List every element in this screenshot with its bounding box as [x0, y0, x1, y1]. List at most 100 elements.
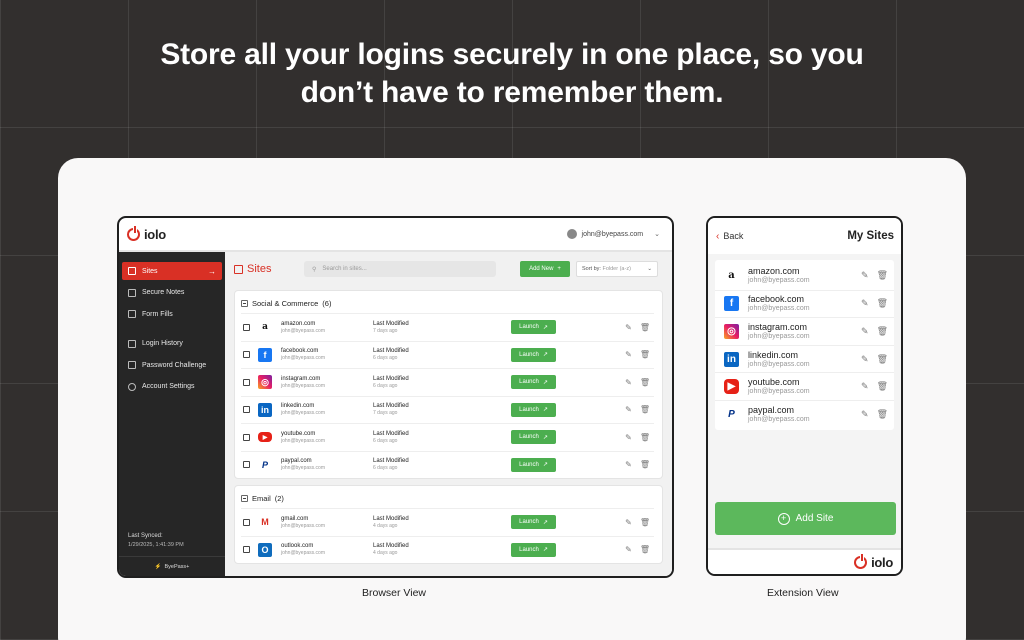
edit-icon[interactable]: ✎	[625, 518, 632, 527]
row-checkbox[interactable]	[243, 323, 250, 331]
trash-icon[interactable]: 🗑	[877, 354, 888, 365]
site-email: john@byepass.com	[281, 410, 325, 417]
form-icon	[128, 310, 136, 318]
extension-view-caption: Extension View	[767, 587, 839, 599]
sort-dropdown[interactable]: Sort by: Folder (a-z) ⌄	[576, 261, 658, 277]
site-email: john@byepass.com	[748, 415, 810, 423]
modified-date: 6 days ago	[373, 465, 398, 472]
back-button[interactable]: ‹ Back	[716, 231, 743, 242]
linkedin-logo-icon: in	[258, 402, 272, 417]
site-email: john@byepass.com	[281, 437, 325, 444]
collapse-icon[interactable]	[241, 494, 248, 502]
trash-icon[interactable]: 🗑	[640, 378, 650, 387]
launch-button[interactable]: Launch ↗	[511, 515, 556, 530]
headline-line-1: Store all your logins securely in one pl…	[160, 38, 864, 71]
edit-icon[interactable]: ✎	[625, 433, 632, 442]
extension-footer: iolo	[708, 548, 901, 574]
launch-label: Launch	[519, 324, 539, 331]
edit-icon[interactable]: ✎	[861, 298, 869, 309]
sidebar-item-form-fills[interactable]: Form Fills	[122, 305, 222, 323]
launch-label: Launch	[519, 461, 539, 468]
launch-button[interactable]: Launch ↗	[511, 375, 556, 390]
outlook-logo-icon: O	[258, 542, 272, 557]
sidebar-item-login-history[interactable]: Login History	[122, 335, 222, 353]
row-checkbox[interactable]	[243, 546, 250, 554]
launch-button[interactable]: Launch ↗	[511, 347, 556, 362]
edit-icon[interactable]: ✎	[625, 323, 632, 332]
external-link-icon: ↗	[542, 352, 548, 359]
row-checkbox[interactable]	[243, 518, 250, 526]
site-email: john@byepass.com	[281, 327, 325, 334]
sidebar-item-password-challenge[interactable]: Password Challenge	[122, 356, 222, 374]
row-checkbox[interactable]	[243, 406, 250, 414]
trash-icon[interactable]: 🗑	[640, 518, 650, 527]
external-link-icon: ↗	[542, 434, 548, 441]
challenge-icon	[128, 361, 136, 369]
trash-icon[interactable]: 🗑	[877, 381, 888, 392]
modified-date: 7 days ago	[373, 410, 398, 417]
brand-logo[interactable]: iolo	[127, 225, 166, 242]
list-item[interactable]: ◎ instagram.com john@byepass.com ✎ 🗑	[715, 317, 894, 345]
calendar-icon	[128, 267, 136, 275]
edit-icon[interactable]: ✎	[861, 409, 869, 420]
edit-icon[interactable]: ✎	[861, 381, 869, 392]
edit-icon[interactable]: ✎	[625, 545, 632, 554]
modified-label: Last Modified	[373, 320, 409, 327]
modified-label: Last Modified	[373, 403, 409, 410]
group-header[interactable]: Email (2)	[241, 488, 654, 508]
launch-button[interactable]: Launch ↗	[511, 320, 556, 335]
launch-button[interactable]: Launch ↗	[511, 457, 556, 472]
launch-button[interactable]: Launch ↗	[511, 430, 556, 445]
edit-icon[interactable]: ✎	[861, 354, 869, 365]
site-name: instagram.com	[281, 375, 321, 382]
list-item[interactable]: a amazon.com john@byepass.com ✎ 🗑	[715, 262, 894, 290]
sidebar-item-account-settings[interactable]: Account Settings	[122, 378, 222, 396]
group-header[interactable]: Social & Commerce (6)	[241, 293, 654, 313]
edit-icon[interactable]: ✎	[625, 460, 632, 469]
edit-icon[interactable]: ✎	[625, 350, 632, 359]
sidebar-item-sites[interactable]: Sites →	[122, 262, 222, 280]
search-input[interactable]: ⚲ Search in sites...	[304, 261, 496, 277]
trash-icon[interactable]: 🗑	[640, 350, 650, 359]
trash-icon[interactable]: 🗑	[877, 270, 888, 281]
list-item[interactable]: f facebook.com john@byepass.com ✎ 🗑	[715, 289, 894, 318]
launch-button[interactable]: Launch ↗	[511, 542, 556, 557]
add-site-button[interactable]: + Add Site	[715, 502, 896, 535]
add-new-button[interactable]: Add New +	[520, 261, 570, 277]
row-checkbox[interactable]	[243, 461, 250, 469]
table-row: ▶ youtube.com john@byepass.com Last Modif…	[241, 423, 654, 451]
trash-icon[interactable]: 🗑	[640, 405, 650, 414]
trash-icon[interactable]: 🗑	[877, 326, 888, 337]
list-item[interactable]: in linkedin.com john@byepass.com ✎ 🗑	[715, 344, 894, 373]
trash-icon[interactable]: 🗑	[640, 545, 650, 554]
user-menu[interactable]: john@byepass.com ⌄	[566, 229, 660, 239]
row-checkbox[interactable]	[243, 351, 250, 359]
collapse-icon[interactable]	[241, 299, 248, 307]
trash-icon[interactable]: 🗑	[640, 460, 650, 469]
row-checkbox[interactable]	[243, 433, 250, 441]
row-checkbox[interactable]	[243, 378, 250, 386]
edit-icon[interactable]: ✎	[861, 270, 869, 281]
launch-button[interactable]: Launch ↗	[511, 402, 556, 417]
edit-icon[interactable]: ✎	[625, 405, 632, 414]
table-row: ◎ instagram.com john@byepass.com Last Mod…	[241, 368, 654, 396]
trash-icon[interactable]: 🗑	[640, 323, 650, 332]
list-item[interactable]: ▶ youtube.com john@byepass.com ✎ 🗑	[715, 372, 894, 400]
headline-line-2: don’t have to remember them.	[300, 76, 724, 109]
chevron-left-icon: ‹	[716, 230, 720, 242]
trash-icon[interactable]: 🗑	[877, 409, 888, 420]
launch-label: Launch	[519, 519, 539, 526]
site-email: john@byepass.com	[281, 550, 325, 557]
trash-icon[interactable]: 🗑	[640, 433, 650, 442]
calendar-icon	[234, 264, 243, 274]
byepass-label: ByePass+	[164, 563, 190, 570]
edit-icon[interactable]: ✎	[625, 378, 632, 387]
table-row: M gmail.com john@byepass.com Last Modifie…	[241, 508, 654, 536]
browser-topbar: iolo john@byepass.com ⌄	[119, 218, 672, 252]
list-item[interactable]: P paypal.com john@byepass.com ✎ 🗑	[715, 399, 894, 428]
site-group-social: Social & Commerce (6) a amazon.com john@b…	[234, 290, 663, 479]
edit-icon[interactable]: ✎	[861, 326, 869, 337]
trash-icon[interactable]: 🗑	[877, 298, 888, 309]
page-title: Sites	[234, 263, 304, 275]
sidebar-item-secure-notes[interactable]: Secure Notes	[122, 284, 222, 302]
